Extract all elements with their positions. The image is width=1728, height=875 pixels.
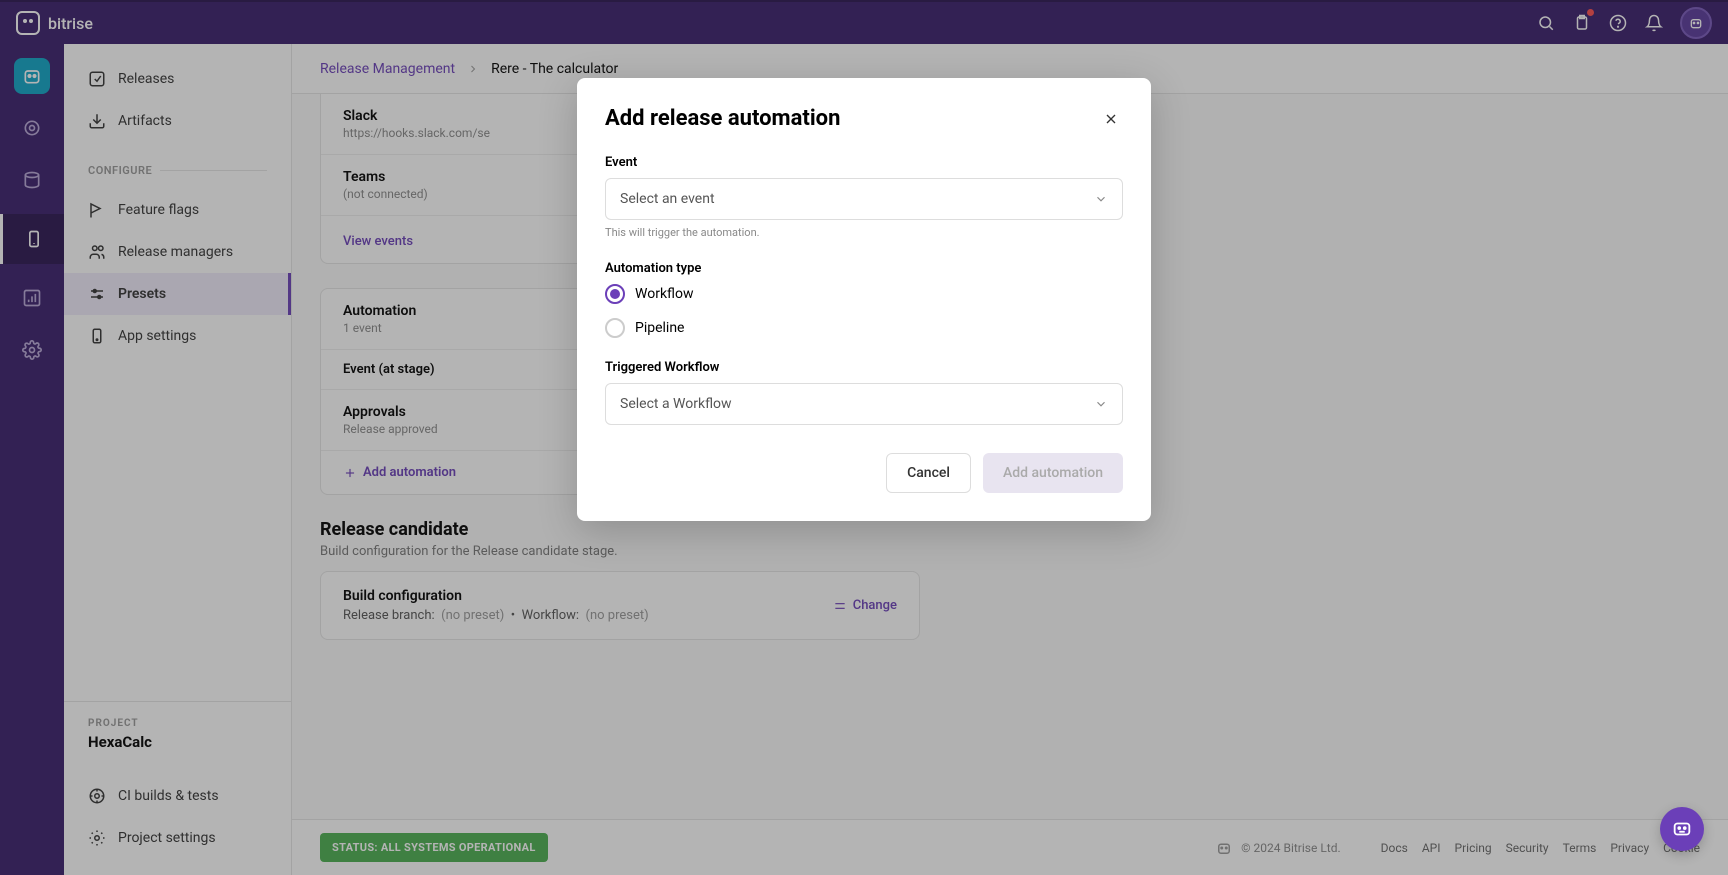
radio-pipeline[interactable]: Pipeline <box>605 318 1123 338</box>
modal-overlay[interactable]: Add release automation Event Select an e… <box>0 0 1728 875</box>
chevron-down-icon <box>1094 192 1108 206</box>
submit-button[interactable]: Add automation <box>983 453 1123 493</box>
radio-pipeline-label: Pipeline <box>635 320 685 336</box>
event-select-value: Select an event <box>620 191 715 207</box>
event-label: Event <box>605 155 1123 170</box>
triggered-workflow-label: Triggered Workflow <box>605 360 1123 375</box>
radio-circle-icon <box>605 284 625 304</box>
chat-fab[interactable] <box>1660 807 1704 851</box>
close-icon[interactable] <box>1099 107 1123 131</box>
radio-workflow[interactable]: Workflow <box>605 284 1123 304</box>
chevron-down-icon <box>1094 397 1108 411</box>
cancel-button[interactable]: Cancel <box>886 453 971 493</box>
automation-type-label: Automation type <box>605 261 1123 276</box>
workflow-select-value: Select a Workflow <box>620 396 732 412</box>
radio-workflow-label: Workflow <box>635 286 694 302</box>
event-helper: This will trigger the automation. <box>605 226 1123 239</box>
radio-circle-icon <box>605 318 625 338</box>
event-select[interactable]: Select an event <box>605 178 1123 220</box>
workflow-select[interactable]: Select a Workflow <box>605 383 1123 425</box>
add-automation-modal: Add release automation Event Select an e… <box>577 78 1151 521</box>
modal-title: Add release automation <box>605 106 840 131</box>
